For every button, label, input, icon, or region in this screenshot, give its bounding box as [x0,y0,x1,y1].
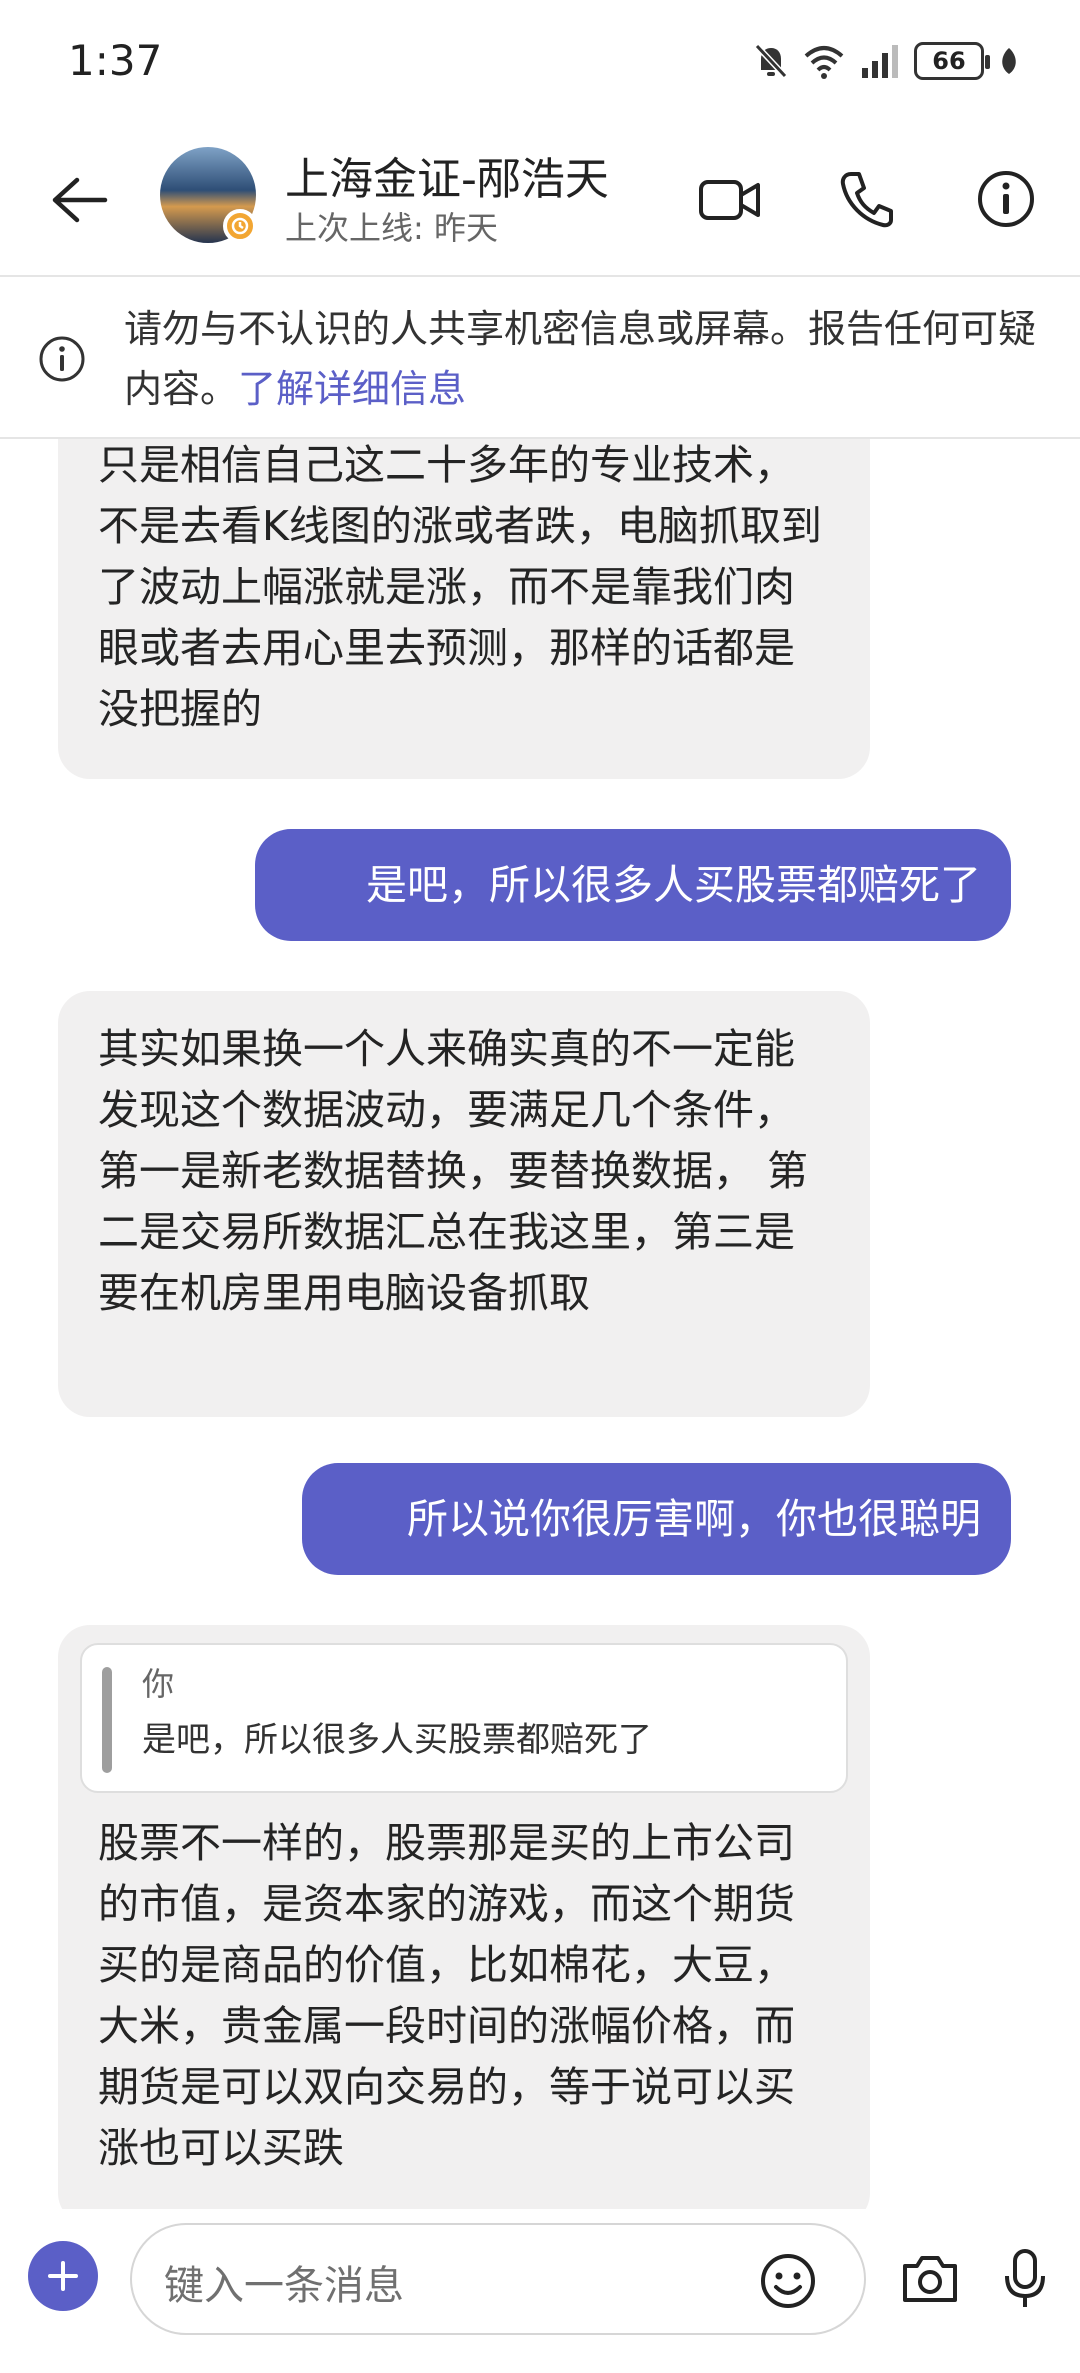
quote-bar [102,1667,112,1773]
voice-call-button[interactable] [830,163,902,235]
quoted-reply[interactable]: 你 是吧，所以很多人买股票都赔死了 [80,1643,848,1793]
emoji-icon [761,2254,815,2308]
wifi-icon [804,46,844,79]
banner-text: 请勿与不认识的人共享机密信息或屏幕。报告任何可疑内容。了解详细信息 [124,299,1044,419]
message-text: 其实如果换一个人来确实真的不一定能发现这个数据波动，要满足几个条件，第一是新老数… [98,1025,809,1317]
video-camera-icon [699,180,760,220]
microphone-icon [1005,2249,1045,2307]
last-seen-status: 上次上线: 昨天 [285,209,498,247]
status-icons: 66 [754,38,1020,84]
message-list[interactable]: 只是相信自己这二十多年的专业技术，不是去看K线图的涨或者跌，电脑抓取到了波动上幅… [0,439,1080,2209]
status-bar: 1:37 66 [0,0,1080,125]
back-button[interactable] [44,165,114,235]
message-text: 只是相信自己这二十多年的专业技术，不是去看K线图的涨或者跌，电脑抓取到了波动上幅… [98,441,822,733]
battery-icon: 66 [914,42,990,80]
incoming-message[interactable]: 只是相信自己这二十多年的专业技术，不是去看K线图的涨或者跌，电脑抓取到了波动上幅… [58,439,870,779]
add-button[interactable] [28,2241,98,2311]
chat-header: 上海金证-邴浩天 上次上线: 昨天 [0,125,1080,275]
battery-level: 66 [932,47,966,75]
quote-text: 是吧，所以很多人买股票都赔死了 [142,1720,652,1760]
clock-status-icon [223,209,257,243]
camera-button[interactable] [892,2241,968,2317]
incoming-message[interactable]: 其实如果换一个人来确实真的不一定能发现这个数据波动，要满足几个条件，第一是新老数… [58,991,870,1417]
quote-author: 你 [142,1665,175,1703]
message-text: 股票不一样的，股票那是买的上市公司的市值，是资本家的游戏，而这个期货买的是商品的… [98,1819,795,2172]
info-button[interactable] [970,163,1042,235]
video-call-button[interactable] [690,165,770,235]
leaf-icon [1002,48,1016,74]
camera-icon [903,2256,957,2302]
microphone-button[interactable] [990,2241,1060,2317]
plus-icon [48,2261,78,2291]
security-banner: 请勿与不认识的人共享机密信息或屏幕。报告任何可疑内容。了解详细信息 [0,277,1080,439]
mute-icon [754,43,788,79]
outgoing-message[interactable]: 是吧，所以很多人买股票都赔死了 [255,829,1011,941]
message-composer: 键入一条消息 [0,2209,1080,2373]
emoji-button[interactable] [752,2245,824,2317]
back-arrow-icon [52,177,108,223]
message-text: 是吧，所以很多人买股票都赔死了 [366,860,981,909]
info-icon [978,171,1034,227]
message-input[interactable]: 键入一条消息 [130,2223,866,2335]
learn-more-link[interactable]: 了解详细信息 [238,367,466,411]
message-text: 所以说你很厉害啊，你也很聪明 [407,1494,981,1543]
status-time: 1:37 [68,36,163,85]
info-icon [39,336,85,382]
outgoing-message[interactable]: 所以说你很厉害啊，你也很聪明 [302,1463,1011,1575]
incoming-message[interactable]: 你 是吧，所以很多人买股票都赔死了 股票不一样的，股票那是买的上市公司的市值，是… [58,1625,870,2209]
phone-icon [840,172,893,228]
input-placeholder: 键入一条消息 [164,2263,404,2309]
contact-name[interactable]: 上海金证-邴浩天 [285,143,609,207]
signal-icon [862,45,898,78]
